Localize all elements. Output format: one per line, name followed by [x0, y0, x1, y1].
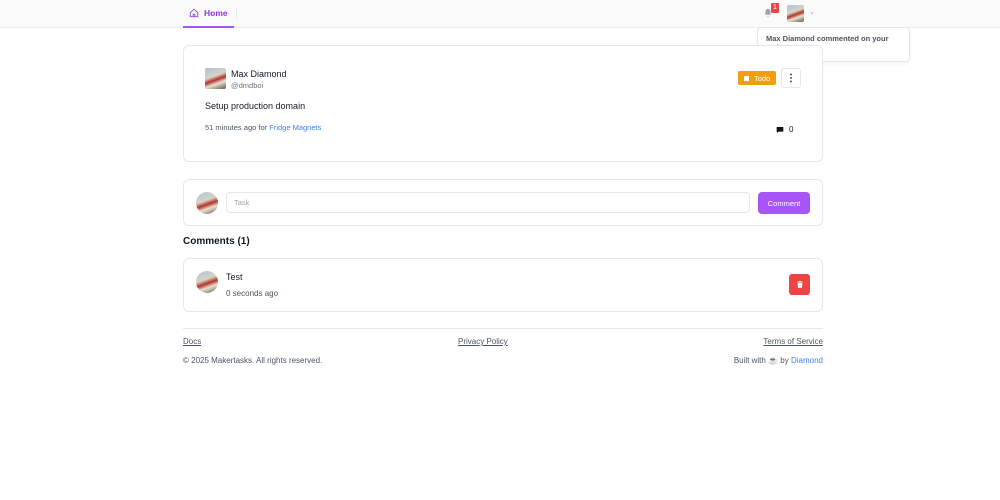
footer-divider [183, 328, 823, 329]
trash-icon [796, 281, 803, 288]
coffee-icon: ☕ [768, 356, 779, 365]
tab-divider [236, 9, 237, 19]
commenter-avatar [196, 271, 218, 293]
author-handle: @dmdboi [231, 81, 264, 90]
author-link[interactable]: Diamond [791, 356, 823, 365]
chevron-down-icon[interactable]: ⌄ [809, 8, 815, 16]
status-label: Todo [754, 73, 771, 83]
top-navbar: Home 1 ⌄ [0, 0, 1000, 28]
tab-home[interactable]: Home [183, 0, 234, 28]
comment-count: 0 [776, 125, 793, 134]
built-by: by [780, 356, 789, 365]
user-avatar [196, 192, 218, 214]
more-options-button[interactable]: ⋮ [781, 68, 801, 88]
notification-badge: 1 [771, 3, 779, 13]
comment-icon [776, 126, 784, 133]
built-with: Built with ☕ by Diamond [734, 356, 823, 365]
comment-input[interactable] [226, 192, 750, 213]
task-meta: 51 minutes ago for Fridge Magnets [205, 123, 321, 132]
privacy-link[interactable]: Privacy Policy [458, 337, 508, 346]
task-for: for [258, 123, 268, 132]
comment-text: Test [226, 272, 243, 282]
home-icon [189, 8, 199, 18]
docs-link[interactable]: Docs [183, 337, 201, 346]
copyright: © 2025 Makertasks. All rights reserved. [183, 356, 323, 365]
comment-count-value: 0 [789, 125, 794, 134]
project-link[interactable]: Fridge Magnets [269, 123, 321, 132]
comment-button[interactable]: Comment [758, 192, 810, 214]
delete-comment-button[interactable] [789, 274, 810, 295]
task-card: Max Diamond @dmdboi Setup production dom… [183, 45, 823, 162]
square-icon [744, 75, 749, 81]
comment-composer: Comment [183, 179, 823, 226]
author-avatar [205, 68, 226, 89]
comment-time: 0 seconds ago [226, 289, 279, 298]
user-avatar[interactable] [787, 5, 804, 22]
comment-item: Test 0 seconds ago [183, 258, 823, 312]
status-badge[interactable]: Todo [738, 71, 776, 85]
task-time: 51 minutes ago [205, 123, 257, 132]
home-label: Home [204, 8, 228, 18]
built-prefix: Built with [733, 356, 766, 365]
comments-heading: Comments (1) [183, 236, 250, 247]
task-title: Setup production domain [205, 101, 306, 111]
author-name: Max Diamond [231, 69, 287, 79]
terms-link[interactable]: Terms of Service [763, 337, 823, 346]
